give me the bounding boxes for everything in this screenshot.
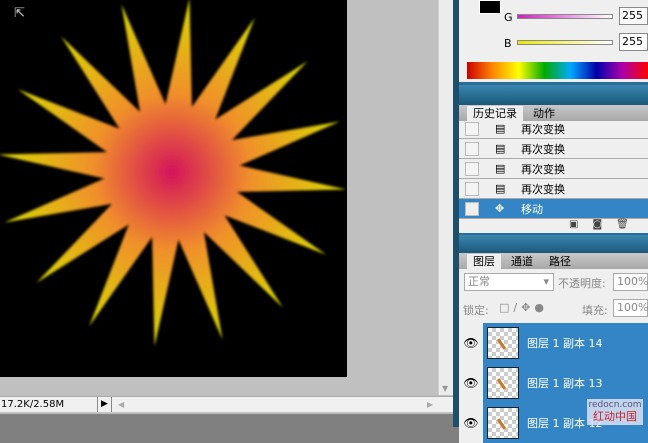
transform-icon: ▤ <box>495 122 506 135</box>
lock-paint-icon[interactable]: ∕ <box>513 301 521 314</box>
fill-label: 填充: <box>582 304 608 317</box>
scroll-right-icon[interactable]: ▶ <box>427 400 433 409</box>
status-menu-arrow-icon[interactable]: ▶ <box>98 397 112 412</box>
fill-input[interactable]: 100% <box>613 299 648 317</box>
layer-thumbnail <box>487 366 519 399</box>
b-value-input[interactable]: 255 <box>619 33 648 51</box>
chevron-down-icon: ▾ <box>543 275 549 288</box>
lock-position-icon[interactable]: ✥ <box>521 301 534 314</box>
tab-paths[interactable]: 路径 <box>543 254 577 269</box>
tab-channels[interactable]: 通道 <box>505 254 539 269</box>
new-document-icon[interactable]: ▣ <box>569 219 592 230</box>
history-item[interactable]: ▤ 再次变换 <box>459 179 648 199</box>
g-label: G <box>504 11 513 24</box>
lock-label: 锁定: <box>463 304 489 317</box>
document-size: 17.2K/2.58M <box>0 397 98 412</box>
color-ramp[interactable] <box>467 62 648 79</box>
tab-layers[interactable]: 图层 <box>467 254 501 269</box>
snapshot-icon[interactable]: ◙ <box>592 219 616 230</box>
blend-mode-select[interactable]: 正常 ▾ <box>464 273 554 291</box>
opacity-label: 不透明度: <box>558 277 606 290</box>
lock-all-icon[interactable]: ● <box>534 301 548 314</box>
history-item[interactable]: ▤ 再次变换 <box>459 159 648 179</box>
status-bar: 17.2K/2.58M ▶ ◀ ▶ <box>0 396 453 412</box>
g-slider[interactable] <box>517 14 613 19</box>
history-item-selected[interactable]: ✥ 移动 <box>459 199 648 219</box>
color-panel: G 255 B 255 <box>459 0 648 82</box>
starburst-image <box>0 0 347 347</box>
eye-icon[interactable]: 👁 <box>459 322 483 363</box>
panel-divider-bar <box>459 235 648 253</box>
trash-icon[interactable]: 🗑 <box>616 219 643 230</box>
document-window: ⇱ ▼ 17.2K/2.58M ▶ ◀ ▶ <box>0 0 458 414</box>
opacity-input[interactable]: 100% <box>613 273 648 291</box>
lock-transparency-icon[interactable]: □ <box>499 301 513 314</box>
layers-panel: 图层 通道 路径 正常 ▾ 不透明度: 100% 锁定: □∕✥● 填充: 100… <box>459 253 648 443</box>
b-label: B <box>504 37 512 50</box>
scroll-left-icon[interactable]: ◀ <box>118 400 124 409</box>
layer-row[interactable]: 👁 图层 1 副本 13 <box>459 362 648 403</box>
eye-icon[interactable]: 👁 <box>459 402 483 443</box>
transform-icon: ▤ <box>495 162 506 175</box>
history-item[interactable]: ▤ 再次变换 <box>459 139 648 159</box>
layer-thumbnail <box>487 406 519 439</box>
history-item[interactable]: ▤ 再次变换 <box>459 119 648 139</box>
layer-thumbnail <box>487 326 519 359</box>
history-panel: 历史记录 动作 ▤ 再次变换 ▤ 再次变换 ▤ 再次变换 ▤ 再次变换 ✥ 移动 ▣◙🗑 <box>459 105 648 233</box>
eye-icon[interactable]: 👁 <box>459 362 483 403</box>
panel-divider-bar <box>459 85 648 105</box>
transform-icon: ▤ <box>495 182 506 195</box>
move-icon: ✥ <box>495 202 505 215</box>
cursor-icon: ⇱ <box>14 6 25 21</box>
panels-dock: G 255 B 255 历史记录 动作 ▤ 再次变换 ▤ 再次变换 ▤ 再次变换 ▤ 再… <box>459 0 648 443</box>
transform-icon: ▤ <box>495 142 506 155</box>
starburst-shape <box>0 0 347 347</box>
layer-row[interactable]: 👁 图层 1 副本 14 <box>459 322 648 363</box>
watermark: redocn.com 红动中国 <box>587 399 643 425</box>
b-slider[interactable] <box>517 40 613 45</box>
g-value-input[interactable]: 255 <box>619 7 648 25</box>
vertical-scrollbar[interactable]: ▼ <box>438 0 453 395</box>
canvas[interactable]: ⇱ <box>0 0 347 377</box>
background-swatch[interactable] <box>479 0 501 14</box>
